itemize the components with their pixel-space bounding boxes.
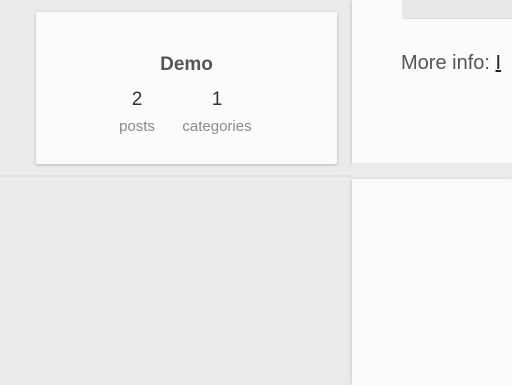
- blog-title[interactable]: Demo: [36, 54, 337, 76]
- page: Demo 2 posts 1 categories More info: I: [0, 0, 512, 385]
- left-panel: Demo 2 posts 1 categories: [0, 0, 352, 385]
- more-info-label: More info:: [401, 52, 490, 74]
- more-info-text: More info: I: [401, 52, 501, 75]
- posts-count: 2: [131, 89, 143, 110]
- blog-profile-card: Demo 2 posts 1 categories: [36, 12, 337, 164]
- posts-stat[interactable]: 2 posts: [114, 88, 160, 136]
- info-card-header-strip: [402, 0, 512, 19]
- posts-label: posts: [119, 118, 155, 135]
- categories-count: 1: [211, 89, 223, 110]
- right-gap: [352, 163, 512, 179]
- info-card: More info: I: [352, 0, 512, 163]
- section-divider: [0, 175, 352, 177]
- categories-stat[interactable]: 1 categories: [176, 88, 258, 136]
- categories-label: categories: [182, 118, 252, 135]
- content-panel: [352, 179, 512, 385]
- more-info-link[interactable]: I: [496, 52, 502, 74]
